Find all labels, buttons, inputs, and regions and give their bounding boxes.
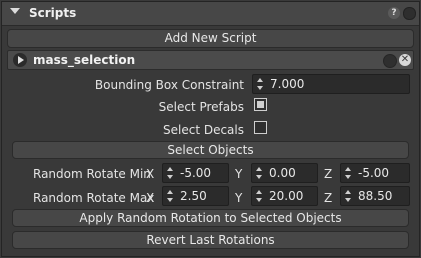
rotate-max-y-field[interactable]: 20.00 (251, 186, 318, 206)
script-name: mass_selection (33, 53, 136, 67)
rotate-min-z-axis: Z (324, 167, 333, 181)
rotate-min-z-field[interactable]: -5.00 (340, 163, 410, 183)
panel-titlebar[interactable]: Scripts ? (2, 2, 419, 26)
rotate-max-x-value: 2.50 (180, 189, 207, 203)
rotate-max-z-field[interactable]: 88.50 (340, 186, 410, 206)
expand-arrow-icon[interactable] (13, 53, 27, 67)
select-decals-checkbox[interactable] (254, 121, 267, 134)
select-prefabs-checkbox[interactable] (254, 98, 267, 111)
rotate-max-x-axis: X (146, 191, 155, 205)
rotate-min-y-field[interactable]: 0.00 (251, 163, 318, 183)
rotate-min-y-axis: Y (235, 167, 243, 181)
bounding-box-value: 7.000 (270, 77, 305, 91)
bounding-box-field[interactable]: 7.000 (252, 74, 410, 94)
script-toggle-icon[interactable] (383, 54, 397, 68)
select-objects-button[interactable]: Select Objects (12, 141, 409, 159)
spinner-icon[interactable] (345, 167, 351, 179)
collapse-chevron-icon[interactable] (10, 8, 20, 14)
spinner-icon[interactable] (167, 190, 173, 202)
rotate-min-x-value: -5.00 (180, 166, 212, 180)
add-new-script-button[interactable]: Add New Script (7, 29, 414, 48)
apply-random-rotation-button[interactable]: Apply Random Rotation to Selected Object… (12, 209, 409, 227)
panel-title: Scripts (29, 6, 77, 20)
spinner-icon[interactable] (345, 190, 351, 202)
rotate-max-y-value: 20.00 (269, 189, 304, 203)
scripts-panel: Scripts ? Add New Script mass_selection … (1, 1, 420, 257)
script-header[interactable]: mass_selection ✕ (7, 50, 414, 70)
rotate-min-y-value: 0.00 (269, 166, 296, 180)
select-prefabs-label: Select Prefabs (158, 100, 244, 114)
rotate-min-x-axis: X (146, 167, 155, 181)
rotate-max-y-axis: Y (235, 191, 243, 205)
rotate-min-x-field[interactable]: -5.00 (162, 163, 229, 183)
select-decals-label: Select Decals (163, 123, 244, 137)
rotate-max-z-value: 88.50 (358, 189, 393, 203)
revert-last-rotations-button[interactable]: Revert Last Rotations (12, 231, 409, 249)
rotate-max-x-field[interactable]: 2.50 (162, 186, 229, 206)
spinner-icon[interactable] (256, 190, 262, 202)
rotate-min-label: Random Rotate Min (33, 167, 151, 181)
spinner-icon[interactable] (167, 167, 173, 179)
help-icon[interactable]: ? (388, 7, 400, 19)
spinner-icon[interactable] (257, 78, 263, 90)
bounding-box-label: Bounding Box Constraint (94, 78, 244, 92)
rotate-min-z-value: -5.00 (358, 166, 390, 180)
panel-options-icon[interactable] (403, 7, 416, 20)
remove-script-icon[interactable]: ✕ (399, 54, 411, 66)
rotate-max-z-axis: Z (324, 191, 333, 205)
spinner-icon[interactable] (256, 167, 262, 179)
rotate-max-label: Random Rotate Max (33, 191, 155, 205)
